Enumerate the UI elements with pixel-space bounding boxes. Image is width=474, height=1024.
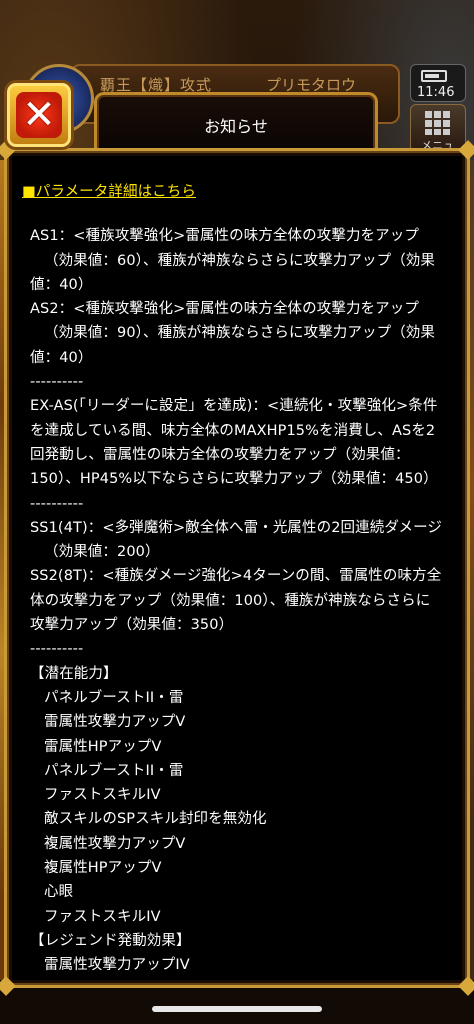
- skill-line: 値：40）: [30, 276, 93, 293]
- close-glyph: ✕: [22, 92, 56, 138]
- divider: ----------: [30, 374, 84, 391]
- latent-ability: 雷属性攻撃力アップV: [44, 714, 186, 731]
- home-indicator[interactable]: [152, 1006, 322, 1012]
- latent-header: 【潜在能力】: [30, 665, 118, 682]
- latent-ability: 雷属性HPアップV: [44, 738, 162, 755]
- status-box: 11:46: [410, 64, 466, 102]
- skill-line: （効果値：200）: [44, 544, 160, 561]
- skill-line: （効果値：90）、種族が神族ならさらに攻撃力アップ（効果: [44, 325, 435, 342]
- latent-ability: 敵スキルのSPスキル封印を無効化: [44, 811, 267, 828]
- latent-ability: パネルブーストII・雷: [44, 762, 184, 779]
- skill-line: 150）、HP45%以下ならさらに攻撃力アップ（効果値：450）: [30, 471, 438, 488]
- latent-ability: ファストスキルIV: [44, 908, 161, 925]
- latent-ability: ファストスキルIV: [44, 787, 161, 804]
- grid-icon: [425, 111, 451, 135]
- skill-line: SS2(8T)：<種族ダメージ強化>4ターンの間、雷属性の味方全: [30, 568, 442, 585]
- battery-icon: [421, 70, 447, 82]
- skill-line: 回発動し、雷属性の味方全体の攻撃力をアップ（効果値：: [30, 446, 410, 463]
- skill-line: 体の攻撃力をアップ（効果値：100）、種族が神族ならさらに: [30, 592, 431, 609]
- dialog-title: お知らせ: [204, 117, 268, 136]
- skill-line: AS2：<種族攻撃強化>雷属性の味方全体の攻撃力をアップ: [30, 301, 419, 318]
- latent-ability: 心眼: [44, 884, 74, 901]
- dialog-content: ■パラメータ詳細はこちら AS1：<種族攻撃強化>雷属性の味方全体の攻撃力をアッ…: [22, 180, 450, 978]
- legend-ability: 雷属性攻撃力アップIV: [44, 957, 190, 974]
- close-button[interactable]: ✕: [4, 80, 74, 150]
- skill-line: を達成している間、味方全体のMAXHP15%を消費し、ASを2: [30, 422, 436, 439]
- dialog-title-tab: お知らせ: [94, 92, 378, 150]
- divider: ----------: [30, 641, 84, 658]
- clock: 11:46: [417, 85, 455, 100]
- skill-line: EX-AS(「リーダーに設定」を達成)：<連続化・攻撃強化>条件: [30, 398, 438, 415]
- skill-line: 攻撃力アップ（効果値：350）: [30, 617, 234, 634]
- close-icon: ✕: [16, 92, 62, 138]
- latent-ability: パネルブーストII・雷: [44, 689, 184, 706]
- skill-line: 値：40）: [30, 349, 93, 366]
- latent-ability: 複属性HPアップV: [44, 860, 162, 877]
- divider: ----------: [30, 495, 84, 512]
- skill-line: SS1(4T)：<多弾魔術>敵全体へ雷・光属性の2回連続ダメージ: [30, 519, 443, 536]
- menu-button[interactable]: メニュ: [410, 104, 466, 152]
- parameter-details-link[interactable]: ■パラメータ詳細はこちら: [22, 180, 450, 204]
- latent-ability: 複属性攻撃力アップV: [44, 835, 186, 852]
- legend-header: 【レジェンド発動効果】: [30, 932, 191, 949]
- skill-line: （効果値：60）、種族が神族ならさらに攻撃力アップ（効果: [44, 252, 435, 269]
- skill-line: AS1：<種族攻撃強化>雷属性の味方全体の攻撃力をアップ: [30, 228, 419, 245]
